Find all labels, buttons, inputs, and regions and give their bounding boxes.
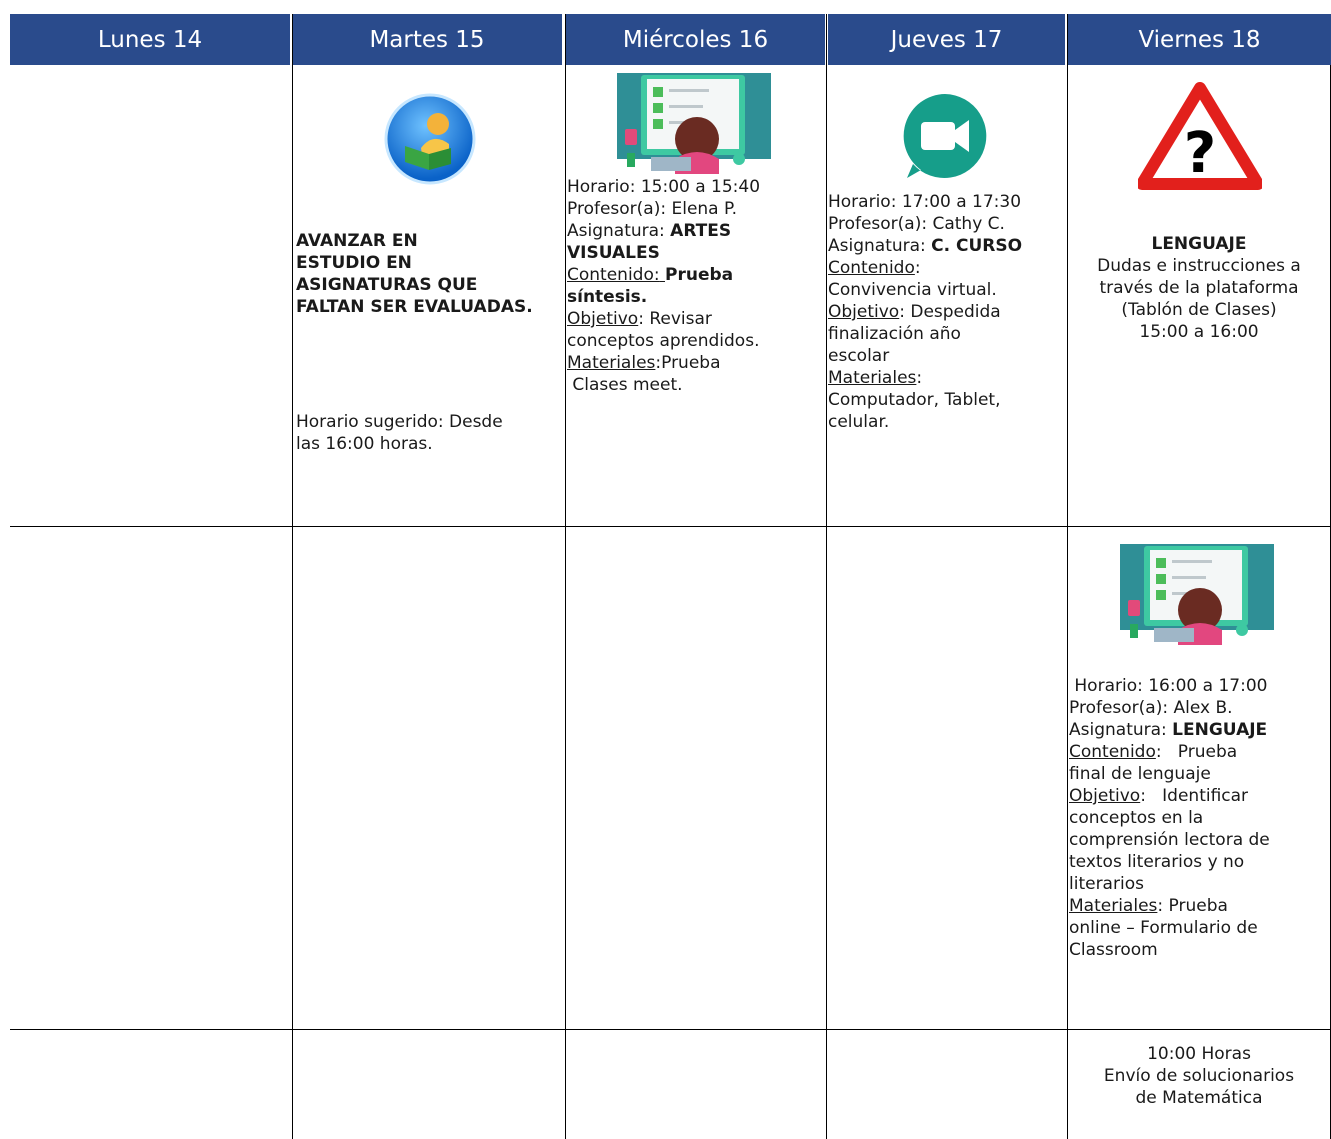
student-reading-icon — [384, 93, 476, 185]
martes-task: AVANZAR EN ESTUDIO EN ASIGNATURAS QUE FA… — [296, 231, 533, 317]
online-test-illustration — [1120, 544, 1274, 645]
header-martes: Martes 15 — [292, 14, 562, 65]
column-divider — [292, 14, 293, 1139]
svg-text:?: ? — [1184, 121, 1216, 186]
online-test-illustration — [617, 73, 771, 174]
column-divider — [565, 14, 566, 1139]
viernes-row3-info: 10:00 Horas Envío de solucionarios de Ma… — [1103, 1044, 1295, 1108]
google-meet-icon — [903, 94, 987, 178]
column-divider — [1067, 14, 1068, 1139]
martes-schedule: Horario sugerido: Desde las 16:00 horas. — [296, 412, 503, 454]
column-divider — [826, 14, 827, 1139]
header-viernes: Viernes 18 — [1068, 14, 1331, 65]
row-divider — [10, 526, 1331, 527]
row-divider — [10, 1029, 1331, 1030]
header-miercoles: Miércoles 16 — [566, 14, 825, 65]
weekly-schedule-table: Lunes 14 Martes 15 Miércoles 16 Jueves 1… — [10, 14, 1331, 1139]
header-lunes: Lunes 14 — [10, 14, 290, 65]
miercoles-class-details: Horario: 15:00 a 15:40 Profesor(a): Elen… — [567, 177, 761, 395]
viernes-lenguaje-info: LENGUAJE Dudas e instrucciones a través … — [1097, 234, 1301, 342]
header-jueves: Jueves 17 — [828, 14, 1065, 65]
jueves-class-details: Horario: 17:00 a 17:30 Profesor(a): Cath… — [828, 192, 1023, 432]
viernes-row2-class-details: Horario: 16:00 a 17:00 Profesor(a): Alex… — [1069, 676, 1270, 960]
question-warning-icon: ? — [1138, 82, 1262, 190]
